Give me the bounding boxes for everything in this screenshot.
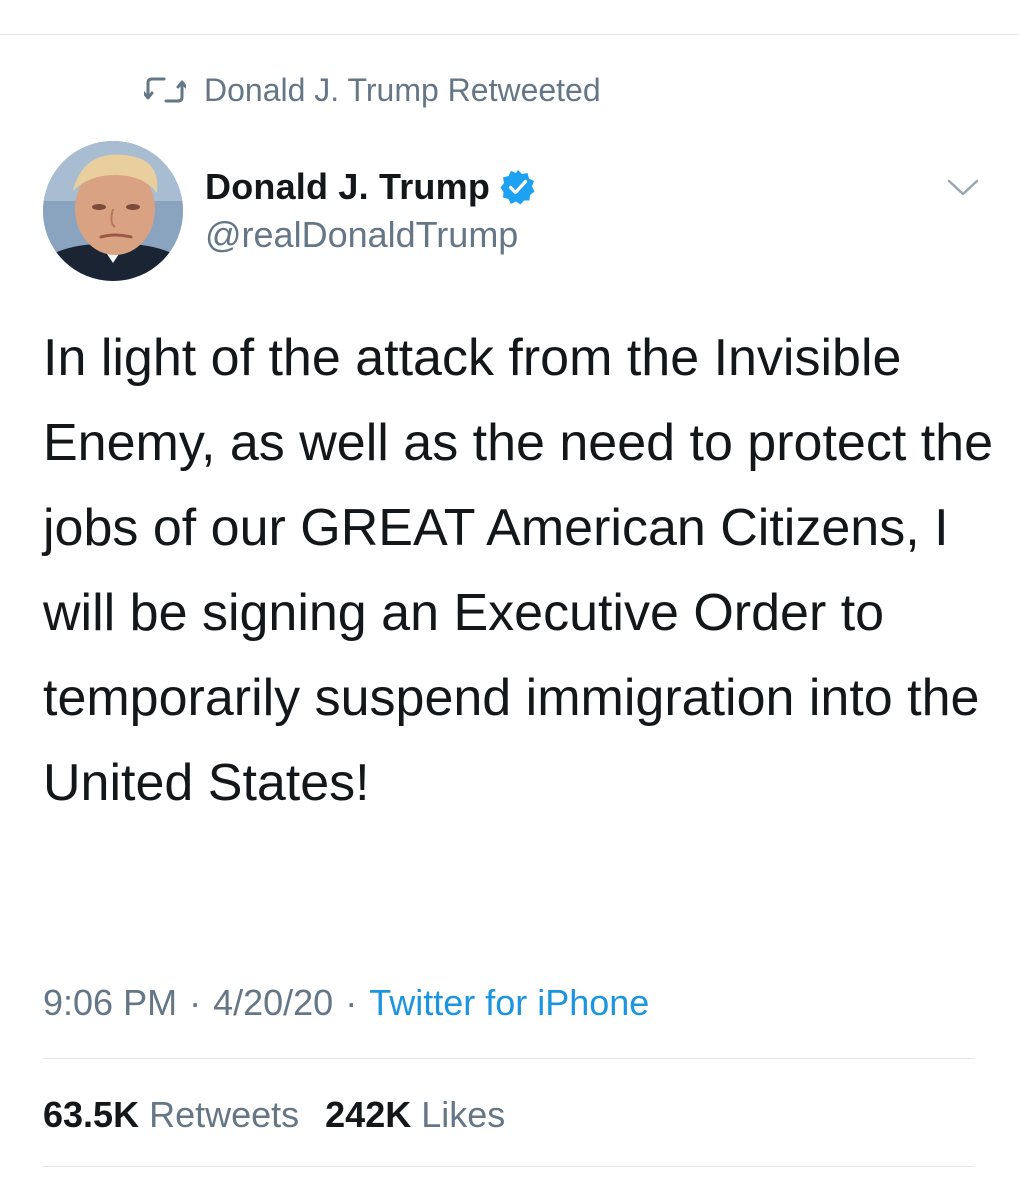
- avatar[interactable]: [43, 141, 183, 281]
- avatar-image: [43, 141, 183, 281]
- meta-separator: ·: [345, 982, 358, 1023]
- user-handle[interactable]: @realDonaldTrump: [205, 214, 518, 256]
- top-divider: [0, 34, 1019, 35]
- retweets-stat[interactable]: 63.5K Retweets: [43, 1094, 299, 1136]
- user-name-row[interactable]: Donald J. Trump: [205, 160, 536, 214]
- stats-divider-bottom: [43, 1166, 975, 1167]
- retweet-context-label: Donald J. Trump Retweeted: [204, 71, 601, 108]
- retweets-label: Retweets: [149, 1094, 300, 1135]
- retweet-icon: [144, 77, 186, 103]
- tweet-meta: 9:06 PM · 4/20/20 · Twitter for iPhone: [43, 978, 649, 1028]
- likes-label: Likes: [421, 1094, 506, 1135]
- meta-separator: ·: [189, 982, 202, 1023]
- likes-stat[interactable]: 242K Likes: [325, 1094, 505, 1136]
- verified-badge-icon: [500, 170, 535, 205]
- tweet-date[interactable]: 4/20/20: [213, 982, 333, 1024]
- retweet-context[interactable]: Donald J. Trump Retweeted: [144, 68, 601, 112]
- likes-count: 242K: [325, 1094, 412, 1135]
- stats-divider-top: [43, 1058, 975, 1059]
- tweet-source-link[interactable]: Twitter for iPhone: [369, 982, 649, 1024]
- tweet-text: In light of the attack from the Invisibl…: [43, 329, 994, 812]
- display-name[interactable]: Donald J. Trump: [205, 166, 490, 208]
- retweets-count: 63.5K: [43, 1094, 140, 1135]
- chevron-down-icon[interactable]: [946, 178, 980, 198]
- tweet-time[interactable]: 9:06 PM: [43, 982, 177, 1024]
- tweet-stats: 63.5K Retweets 242K Likes: [43, 1090, 505, 1140]
